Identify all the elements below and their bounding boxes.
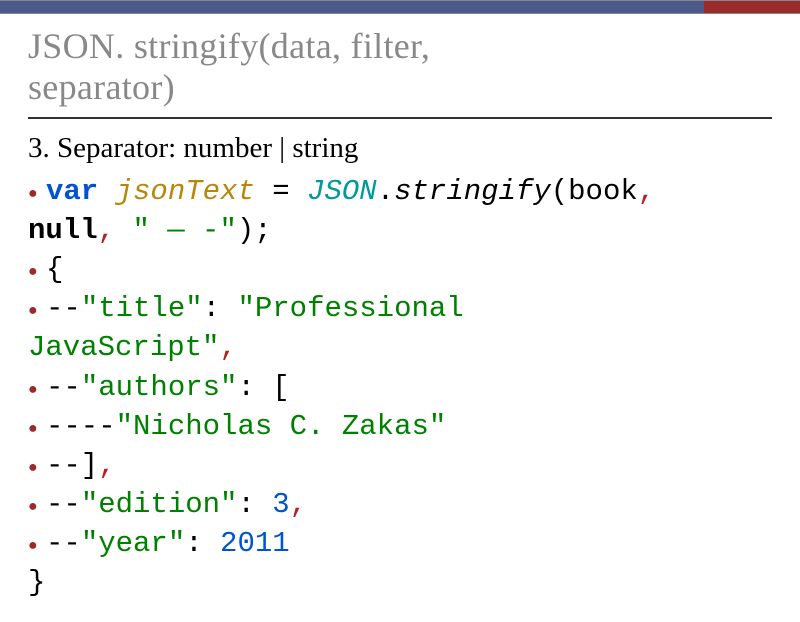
- bullet-icon: ●: [28, 524, 46, 558]
- colon: :: [237, 371, 254, 404]
- code-authors-body: --"authors": [: [46, 368, 772, 407]
- content-area: 3. Separator: number | string ● var json…: [28, 129, 772, 603]
- colon: :: [203, 292, 220, 325]
- code-line-title: ● --"title": "Professional: [28, 289, 772, 328]
- slide-body: JSON. stringify(data, filter, separator)…: [0, 14, 800, 622]
- open-bracket: [: [272, 371, 289, 404]
- json-class: JSON: [307, 175, 377, 208]
- code-year-body: --"year": 2011: [46, 524, 772, 563]
- code-line-1-body: var jsonText = JSON.stringify(book,: [46, 172, 772, 211]
- bullet-icon: ●: [28, 446, 46, 480]
- bullet-icon: ●: [28, 407, 46, 441]
- code-line-year: ● --"year": 2011: [28, 524, 772, 563]
- subheading: 3. Separator: number | string: [28, 129, 772, 168]
- code-closebracket-body: --],: [46, 446, 772, 485]
- val-author: "Nicholas C. Zakas": [116, 410, 447, 443]
- key-edition: "edition": [81, 488, 238, 521]
- equals: =: [272, 175, 289, 208]
- code-title-body: --"title": "Professional: [46, 289, 772, 328]
- keyword-var: var: [46, 175, 98, 208]
- code-line-title-cont: JavaScript",: [28, 328, 772, 367]
- title-underline: [28, 117, 772, 119]
- open-brace: {: [46, 250, 772, 289]
- val-year: 2011: [220, 527, 290, 560]
- slide-title: JSON. stringify(data, filter, separator): [28, 26, 772, 109]
- comma-1: ,: [638, 175, 655, 208]
- indent: --: [46, 292, 81, 325]
- colon: :: [185, 527, 202, 560]
- bullet-icon: ●: [28, 250, 46, 284]
- code-line-author-name: ● ----"Nicholas C. Zakas": [28, 407, 772, 446]
- bullet-icon: ●: [28, 289, 46, 323]
- method-stringify: stringify: [394, 175, 551, 208]
- key-authors: "authors": [81, 371, 238, 404]
- indent: --: [46, 488, 81, 521]
- close-bracket: --]: [46, 449, 98, 482]
- string-separator: " — -": [132, 214, 236, 247]
- comma-3: ,: [219, 331, 236, 364]
- paren-book: (book: [551, 175, 638, 208]
- bullet-icon: ●: [28, 485, 46, 519]
- comma-4: ,: [98, 449, 115, 482]
- code-line-closebracket: ● --],: [28, 446, 772, 485]
- code-edition-body: --"edition": 3,: [46, 485, 772, 524]
- comma-5: ,: [290, 488, 307, 521]
- val-edition: 3: [272, 488, 289, 521]
- indent: ----: [46, 410, 116, 443]
- close-brace: }: [28, 566, 45, 599]
- title-line-2: separator): [28, 67, 175, 107]
- bullet-icon: ●: [28, 368, 46, 402]
- keyword-null: null: [28, 214, 98, 247]
- slide-top-border: [0, 0, 800, 14]
- code-line-closebrace: }: [28, 563, 772, 602]
- dot: .: [377, 175, 394, 208]
- indent: --: [46, 527, 81, 560]
- code-line-openbrace: ● {: [28, 250, 772, 289]
- code-line-1-cont: null, " — -");: [28, 211, 772, 250]
- key-year: "year": [81, 527, 185, 560]
- code-line-edition: ● --"edition": 3,: [28, 485, 772, 524]
- indent: --: [46, 371, 81, 404]
- key-title: "title": [81, 292, 203, 325]
- bullet-icon: ●: [28, 172, 46, 206]
- variable-name: jsonText: [116, 175, 255, 208]
- val-professional: "Professional: [237, 292, 463, 325]
- colon: :: [237, 488, 254, 521]
- code-line-1: ● var jsonText = JSON.stringify(book,: [28, 172, 772, 211]
- val-javascript: JavaScript": [28, 331, 219, 364]
- title-line-1: JSON. stringify(data, filter,: [28, 26, 430, 66]
- code-author-body: ----"Nicholas C. Zakas": [46, 407, 772, 446]
- close-paren: );: [237, 214, 272, 247]
- comma-2: ,: [98, 214, 115, 247]
- code-line-authors: ● --"authors": [: [28, 368, 772, 407]
